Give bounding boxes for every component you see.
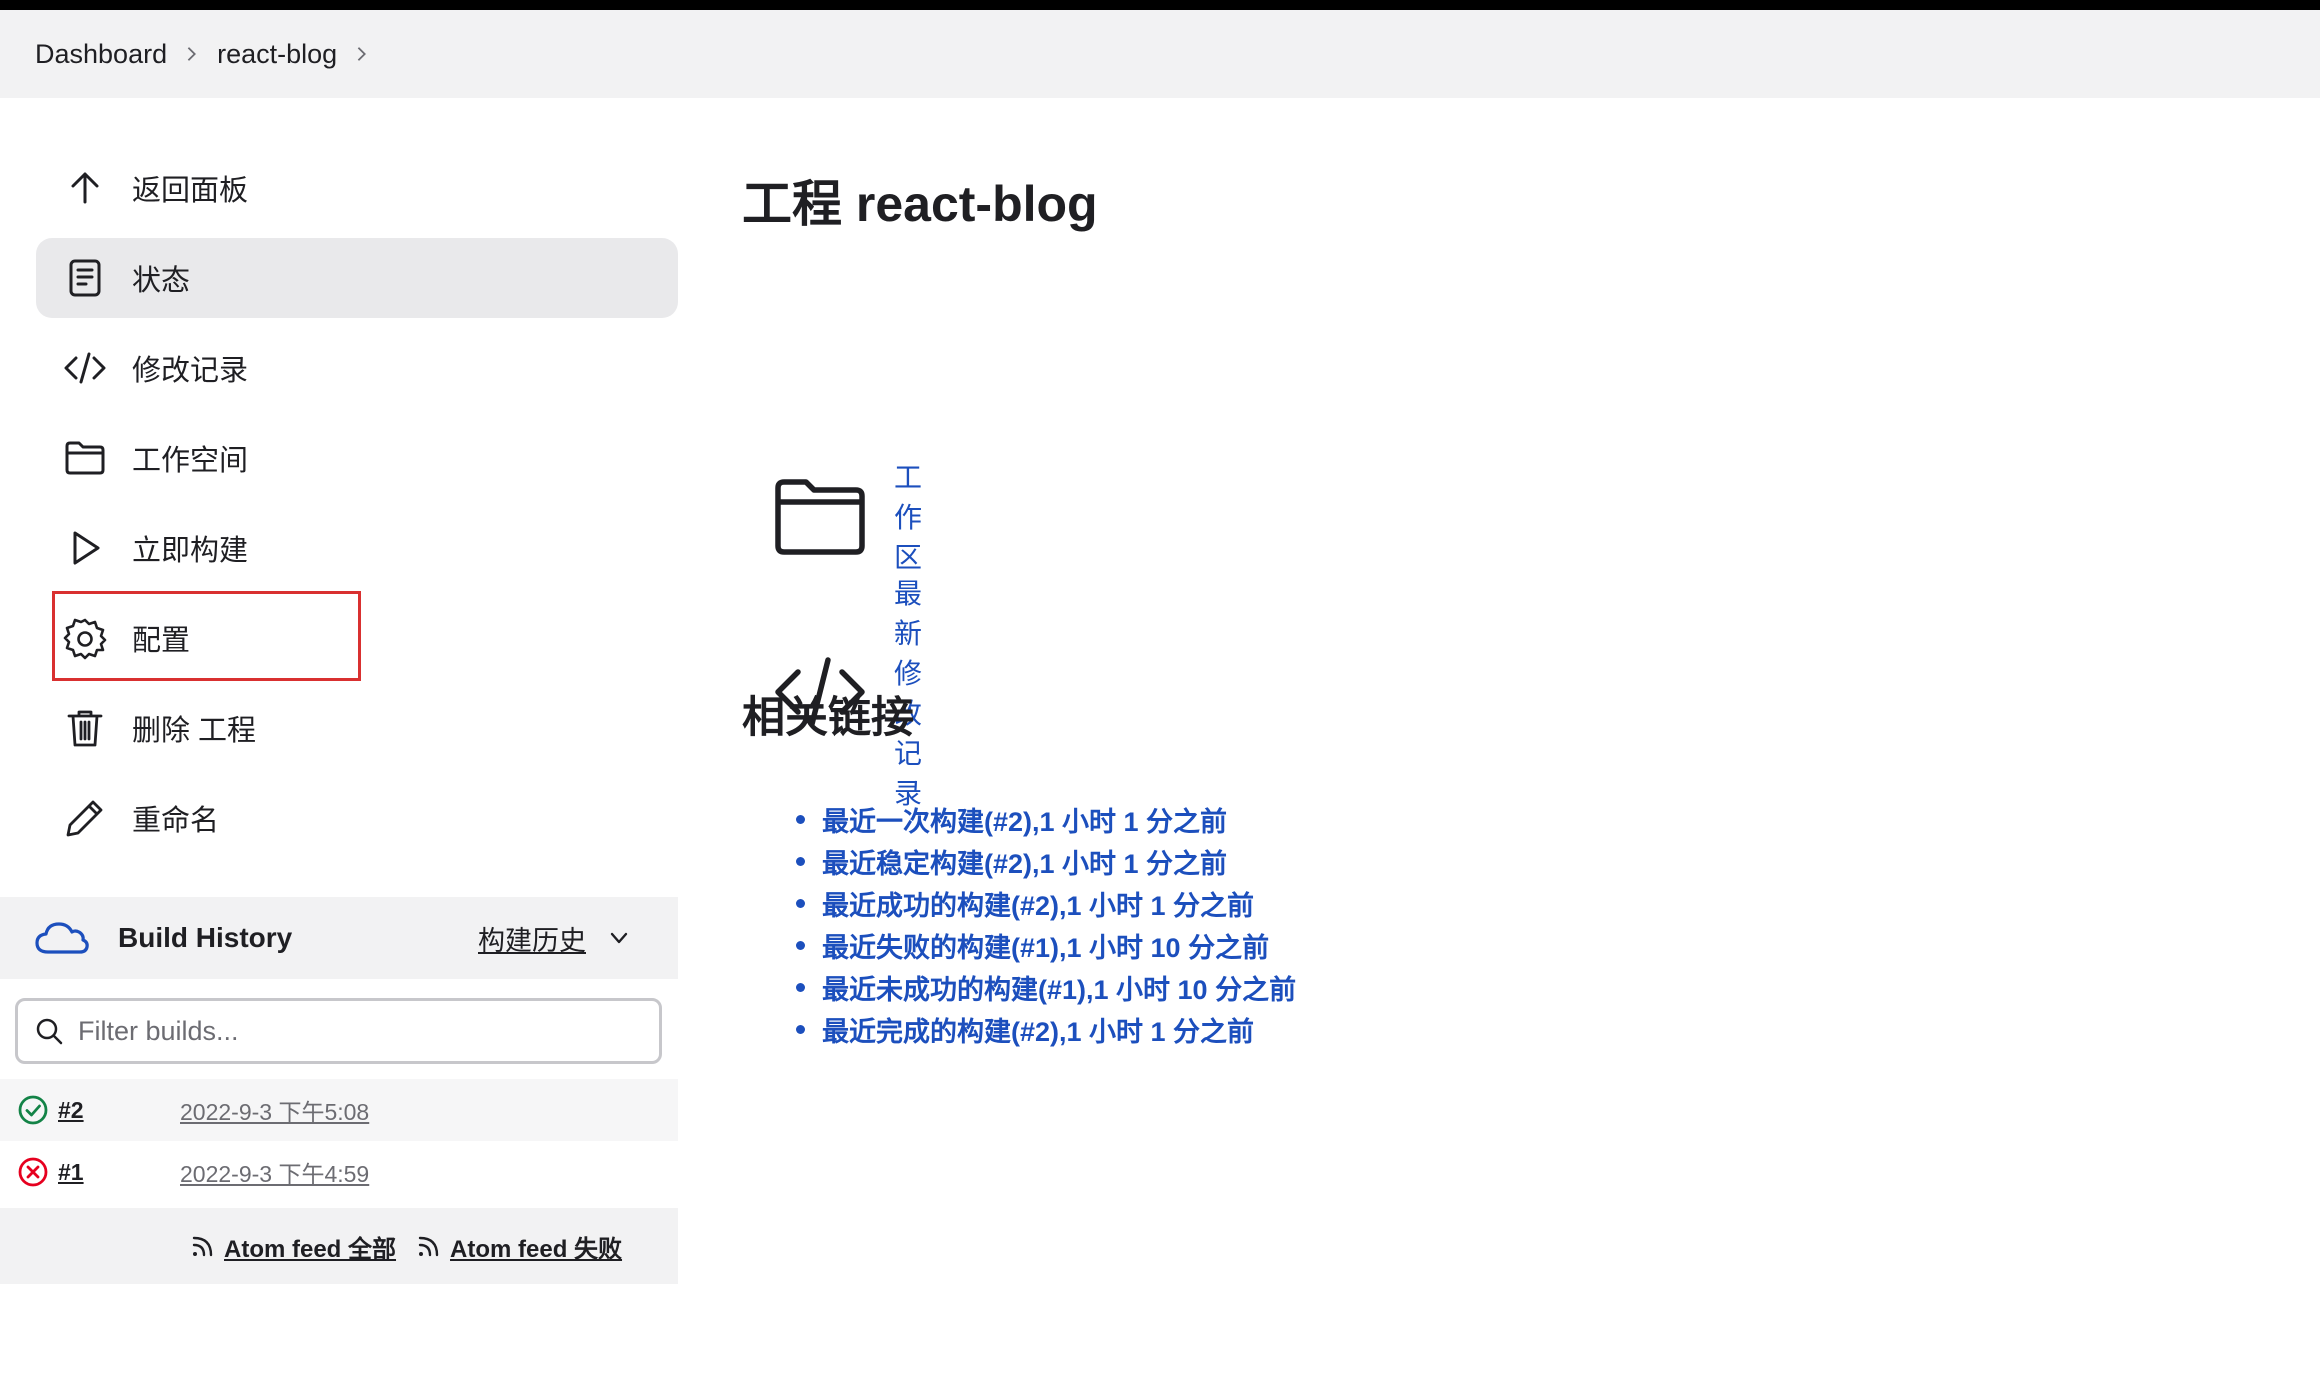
list-item: 最近失败的构建(#1),1 小时 10 分之前 bbox=[796, 924, 1296, 966]
bullet bbox=[796, 1024, 805, 1034]
success-icon bbox=[18, 1095, 48, 1125]
list-item: 最近未成功的构建(#1),1 小时 10 分之前 bbox=[796, 966, 1296, 1008]
failure-icon bbox=[18, 1157, 48, 1187]
chevron-right-icon[interactable] bbox=[167, 39, 217, 69]
play-icon bbox=[56, 519, 114, 577]
build-row: #2 2022-9-3 下午5:08 bbox=[0, 1079, 678, 1141]
sidebar-item-delete-project[interactable]: 删除 工程 bbox=[36, 688, 678, 768]
bullet bbox=[796, 856, 805, 866]
rss-icon bbox=[192, 1236, 213, 1257]
sidebar-item-label: 立即构建 bbox=[132, 535, 249, 567]
list-item: 最近成功的构建(#2),1 小时 1 分之前 bbox=[796, 882, 1296, 924]
build-history-header: Build History 构建历史 bbox=[0, 897, 678, 979]
code-icon bbox=[56, 339, 114, 397]
search-icon bbox=[36, 1018, 63, 1045]
sidebar-item-label: 重命名 bbox=[132, 805, 220, 837]
breadcrumb-react-blog[interactable]: react-blog bbox=[217, 39, 337, 70]
permalink-last-failed-build[interactable]: 最近失败的构建(#1),1 小时 10 分之前 bbox=[822, 926, 1269, 965]
workspace-link[interactable]: 工作区 bbox=[894, 456, 932, 576]
sidebar-item-label: 删除 工程 bbox=[132, 715, 257, 747]
bullet bbox=[796, 898, 805, 908]
atom-feed-all-link[interactable]: Atom feed 全部 bbox=[190, 1229, 396, 1264]
feed-bar: Atom feed 全部 Atom feed 失败 bbox=[0, 1208, 678, 1284]
top-bar bbox=[0, 0, 2320, 10]
build-trend-label: 构建历史 bbox=[478, 925, 586, 956]
page-title: 工程 react-blog bbox=[742, 176, 1098, 232]
bullet bbox=[796, 940, 805, 950]
sidebar-item-back-to-dashboard[interactable]: 返回面板 bbox=[36, 148, 678, 228]
atom-feed-all-label: Atom feed 全部 bbox=[224, 1235, 397, 1263]
list-item: 最近一次构建(#2),1 小时 1 分之前 bbox=[796, 798, 1296, 840]
sidebar-item-label: 返回面板 bbox=[132, 175, 249, 207]
permalink-last-stable-build[interactable]: 最近稳定构建(#2),1 小时 1 分之前 bbox=[822, 842, 1227, 881]
bullet bbox=[796, 982, 805, 992]
chevron-down-icon bbox=[610, 932, 628, 944]
atom-feed-failures-label: Atom feed 失败 bbox=[450, 1235, 623, 1263]
build-history-title: Build History bbox=[118, 922, 293, 953]
build-time-link[interactable]: 2022-9-3 下午4:59 bbox=[180, 1155, 369, 1189]
permalink-last-unsuccessful-build[interactable]: 最近未成功的构建(#1),1 小时 10 分之前 bbox=[822, 968, 1296, 1007]
chevron-right-icon[interactable] bbox=[337, 39, 387, 69]
pencil-icon bbox=[56, 789, 114, 847]
permalink-last-build[interactable]: 最近一次构建(#2),1 小时 1 分之前 bbox=[822, 800, 1227, 839]
sidebar-item-build-now[interactable]: 立即构建 bbox=[36, 508, 678, 588]
permalink-last-successful-build[interactable]: 最近成功的构建(#2),1 小时 1 分之前 bbox=[822, 884, 1254, 923]
breadcrumb-dashboard[interactable]: Dashboard bbox=[35, 39, 167, 70]
arrow-up-icon bbox=[56, 159, 114, 217]
sidebar-item-label: 修改记录 bbox=[132, 355, 249, 387]
bullet bbox=[796, 814, 805, 824]
sidebar-item-label: 配置 bbox=[132, 625, 191, 657]
related-links-title: 相关链接 bbox=[742, 694, 914, 742]
build-row: #1 2022-9-3 下午4:59 bbox=[0, 1141, 678, 1203]
build-number-link[interactable]: #1 bbox=[58, 1159, 180, 1186]
list-item: 最近完成的构建(#2),1 小时 1 分之前 bbox=[796, 1008, 1296, 1050]
sidebar-item-configure[interactable]: 配置 bbox=[36, 598, 678, 678]
sidebar-item-label: 工作空间 bbox=[132, 445, 249, 477]
filter-builds-field[interactable] bbox=[15, 998, 662, 1064]
gear-icon bbox=[56, 609, 114, 667]
build-number-link[interactable]: #2 bbox=[58, 1097, 180, 1124]
workspace-link-row: 工作区 bbox=[742, 456, 932, 576]
folder-icon bbox=[56, 429, 114, 487]
filter-builds-input[interactable] bbox=[78, 1015, 638, 1047]
build-time-link[interactable]: 2022-9-3 下午5:08 bbox=[180, 1093, 369, 1127]
cloud-icon bbox=[35, 922, 89, 954]
permalink-last-completed-build[interactable]: 最近完成的构建(#2),1 小时 1 分之前 bbox=[822, 1010, 1254, 1049]
rss-icon bbox=[418, 1236, 439, 1257]
build-trend-link[interactable]: 构建历史 bbox=[478, 919, 630, 958]
folder-icon bbox=[772, 471, 868, 561]
sidebar-item-workspace[interactable]: 工作空间 bbox=[36, 418, 678, 498]
permalinks-list: 最近一次构建(#2),1 小时 1 分之前 最近稳定构建(#2),1 小时 1 … bbox=[796, 798, 1296, 1050]
atom-feed-failures-link[interactable]: Atom feed 失败 bbox=[416, 1229, 622, 1264]
document-icon bbox=[56, 249, 114, 307]
sidebar-item-changes[interactable]: 修改记录 bbox=[36, 328, 678, 408]
trash-icon bbox=[56, 699, 114, 757]
sidebar-item-rename[interactable]: 重命名 bbox=[36, 778, 678, 858]
breadcrumb: Dashboard react-blog bbox=[0, 10, 2320, 98]
sidebar-item-label: 状态 bbox=[132, 265, 191, 297]
list-item: 最近稳定构建(#2),1 小时 1 分之前 bbox=[796, 840, 1296, 882]
sidebar-item-status[interactable]: 状态 bbox=[36, 238, 678, 318]
